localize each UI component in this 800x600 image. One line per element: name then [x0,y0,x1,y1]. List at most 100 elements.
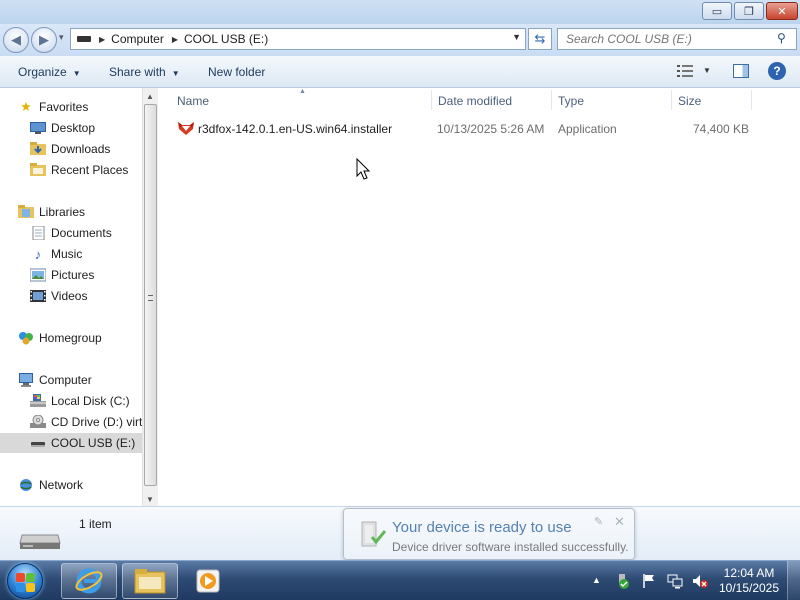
nav-cd-drive-d[interactable]: CD Drive (D:) virt [0,412,142,432]
nav-label: Homegroup [39,331,102,345]
table-row[interactable]: r3dfox-142.0.1.en-US.win64.installer 10/… [171,118,791,140]
grip-icon [148,295,153,301]
system-clock[interactable]: 12:04 AM 10/15/2025 [716,566,782,596]
scrollbar-thumb[interactable] [144,104,157,486]
usb-drive-icon [19,534,61,549]
volume-muted-icon[interactable] [692,573,708,589]
share-with-label: Share with [109,65,166,79]
nav-local-disk-c[interactable]: Local Disk (C:) [0,391,142,411]
column-divider[interactable] [431,90,432,110]
item-count: 1 item [79,517,112,531]
forward-button[interactable]: ▶ [31,27,57,53]
network-icon [20,479,32,491]
show-desktop-button[interactable] [787,561,800,600]
downloads-folder-icon [30,142,46,155]
sort-ascending-icon: ▲ [299,88,306,95]
recent-pages-button[interactable]: ▾ [59,32,64,43]
media-player-icon [196,569,220,593]
column-header-date[interactable]: Date modified [438,94,512,108]
taskbar-internet-explorer[interactable] [61,563,117,599]
new-folder-button[interactable]: New folder [208,65,265,79]
back-arrow-icon: ◀ [11,32,21,47]
minimize-button[interactable]: ▭ [702,2,732,20]
windows-logo-icon [16,583,25,592]
nav-music[interactable]: ♪ Music [0,244,142,264]
preview-pane-icon[interactable] [733,64,749,78]
nav-label: Music [51,247,83,261]
breadcrumb-computer[interactable]: Computer [111,32,164,46]
view-details-icon[interactable] [677,64,693,78]
start-button[interactable] [7,563,43,599]
column-header-type[interactable]: Type [558,94,584,108]
close-button[interactable]: ✕ [766,2,798,20]
nav-label: Desktop [51,121,96,135]
nav-videos[interactable]: Videos [0,286,142,306]
network-status-icon[interactable] [667,573,683,589]
address-dropdown-icon[interactable]: ▼ [512,32,521,42]
help-icon[interactable]: ? [768,62,786,80]
nav-homegroup[interactable]: Homegroup [0,328,140,348]
column-header-name[interactable]: Name [177,94,209,108]
search-input[interactable] [557,28,797,50]
scroll-down-icon[interactable]: ▼ [146,495,154,504]
recent-places-icon [30,163,46,176]
column-header-size[interactable]: Size [678,94,701,108]
usb-safely-remove-icon[interactable] [614,573,630,589]
file-list: ▲ Name Date modified Type Size r3dfox-14… [159,88,800,506]
documents-icon [32,226,45,240]
nav-downloads[interactable]: Downloads [0,139,142,159]
videos-icon [30,290,46,302]
nav-network[interactable]: Network [0,475,140,495]
notification-body: Device driver software installed success… [392,540,629,554]
organize-label: Organize [18,65,67,79]
nav-scrollbar[interactable]: ▲ ▼ [142,88,158,506]
action-center-flag-icon[interactable] [641,573,657,589]
breadcrumb-chevron-icon[interactable]: ▶ [172,35,178,44]
view-options-dropdown-icon[interactable]: ▼ [703,66,711,75]
new-folder-label: New folder [208,65,266,79]
folder-icon [134,569,166,594]
nav-label: Recent Places [51,163,129,177]
nav-desktop[interactable]: Desktop [0,118,142,138]
usb-drive-icon [31,442,45,447]
scroll-up-icon[interactable]: ▲ [146,92,154,101]
nav-label: Favorites [39,100,89,114]
column-divider[interactable] [551,90,552,110]
address-field[interactable]: ▶ Computer ▶ COOL USB (E:) ▼ [70,28,526,50]
nav-computer[interactable]: Computer [0,370,140,390]
nav-cool-usb-e[interactable]: COOL USB (E:) [0,433,142,453]
title-bar: ▭ ❐ ✕ [0,0,800,24]
breadcrumb-chevron-icon[interactable]: ▶ [99,35,105,44]
nav-favorites[interactable]: ★ Favorites [0,97,140,117]
maximize-button[interactable]: ❐ [734,2,764,20]
file-date-modified: 10/13/2025 5:26 AM [437,122,545,136]
refresh-button[interactable]: ⇆ [528,28,552,50]
organize-button[interactable]: Organize ▼ [18,65,81,79]
internet-explorer-icon [75,568,103,594]
fox-app-icon [178,122,194,135]
column-divider[interactable] [751,90,752,110]
taskbar-windows-explorer[interactable] [122,563,178,599]
notification-close-icon[interactable]: ✕ [614,514,625,530]
back-button[interactable]: ◀ [3,27,29,53]
show-hidden-icons-icon[interactable]: ▲ [592,575,601,585]
nav-pictures[interactable]: Pictures [0,265,142,285]
music-note-icon: ♪ [34,246,42,262]
taskbar-media-player[interactable] [184,563,232,599]
drive-icon [77,36,91,42]
hard-disk-icon [30,394,46,407]
navigation-pane: ★ Favorites Desktop Downloads Recent Pla… [0,88,142,506]
nav-label: Pictures [51,268,95,282]
nav-libraries[interactable]: Libraries [0,202,140,222]
file-name: r3dfox-142.0.1.en-US.win64.installer [198,122,393,136]
address-bar-row: ◀ ▶ ▾ ▶ Computer ▶ COOL USB (E:) ▼ ⇆ ⚲ [0,24,800,56]
breadcrumb-current[interactable]: COOL USB (E:) [184,32,268,46]
nav-recent-places[interactable]: Recent Places [0,160,142,180]
column-divider[interactable] [671,90,672,110]
search-icon[interactable]: ⚲ [777,31,794,45]
notification-options-icon[interactable]: ✎ [594,515,603,528]
nav-documents[interactable]: Documents [0,223,142,243]
clock-time: 12:04 AM [723,566,775,580]
share-with-button[interactable]: Share with ▼ [109,65,180,79]
device-ready-notification[interactable]: Your device is ready to use Device drive… [343,508,635,560]
